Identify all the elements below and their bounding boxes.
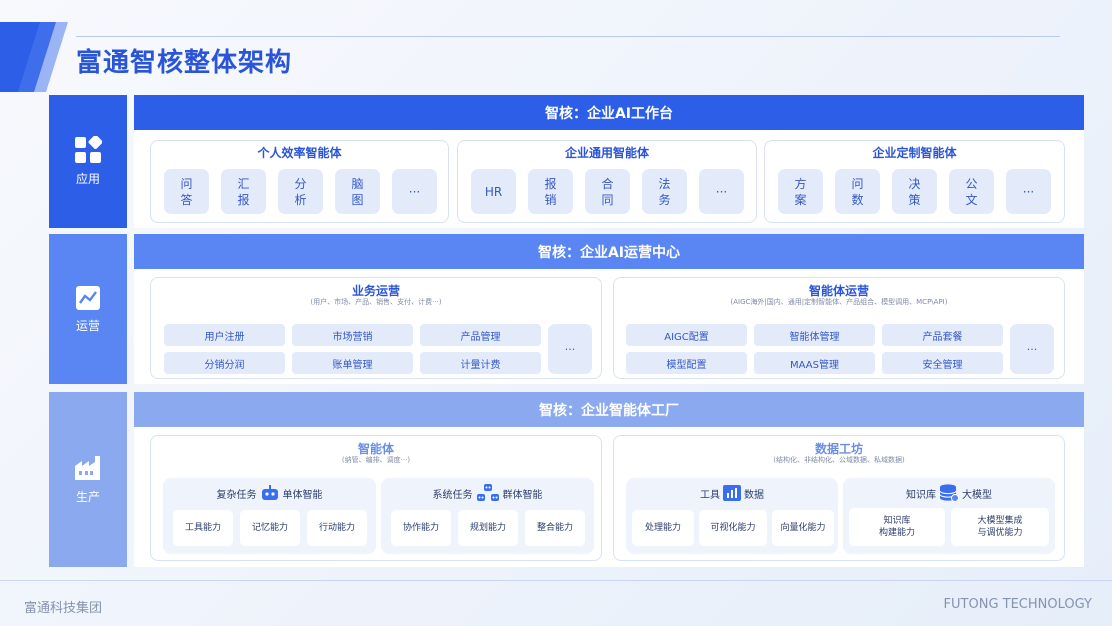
capability-tile[interactable]: 行动能力 — [307, 510, 367, 546]
app-tile[interactable]: HR — [471, 169, 516, 214]
ops-item[interactable]: 分销分润 — [164, 352, 285, 374]
side-app: 应用 — [49, 95, 127, 228]
bar-chart-icon — [723, 485, 741, 501]
app-group-custom: 企业定制智能体 方 案 问 数 决 策 公 文 ··· — [764, 140, 1065, 223]
prod-group-agent: 智能体 (纳管、编排、调度···) 复杂任务 单体智能 工具能力 记忆能力 行动… — [150, 435, 602, 561]
robot-icon — [261, 485, 278, 500]
capability-tile[interactable]: 协作能力 — [391, 510, 451, 546]
app-tile[interactable]: 分 析 — [278, 169, 323, 214]
more-tile[interactable]: ··· — [699, 169, 744, 214]
capability-tile[interactable]: 记忆能力 — [240, 510, 300, 546]
robot-group-icon — [476, 484, 499, 501]
corner-decoration — [0, 22, 68, 92]
side-ops: 运营 — [49, 234, 127, 384]
app-group-general: 企业通用智能体 HR 报 销 合 同 法 务 ··· — [457, 140, 757, 223]
sub-right-label: 单体智能 — [282, 489, 323, 501]
app-tile[interactable]: 方 案 — [778, 169, 823, 214]
footer-divider — [0, 580, 1112, 581]
sub-left-label: 工具 — [700, 489, 720, 501]
ops-item[interactable]: 计量计费 — [420, 352, 541, 374]
group-title: 企业通用智能体 — [564, 146, 649, 160]
ops-item[interactable]: 市场营销 — [292, 324, 413, 346]
ops-item[interactable]: 账单管理 — [292, 352, 413, 374]
sub-right-label: 大模型 — [962, 489, 992, 501]
app-tile[interactable]: 问 答 — [164, 169, 209, 214]
side-prod: 生产 — [49, 392, 127, 567]
more-tile[interactable]: ··· — [392, 169, 437, 214]
group-title: 个人效率智能体 — [257, 146, 342, 160]
group-subtitle: (纳管、编排、调度···) — [341, 456, 411, 464]
app-tile[interactable]: 法 务 — [642, 169, 687, 214]
capability-tile[interactable]: 大模型集成 与调优能力 — [951, 508, 1049, 546]
ops-item[interactable]: 安全管理 — [882, 352, 1003, 374]
capability-tile[interactable]: 可视化能力 — [699, 510, 767, 546]
prod-group-data: 数据工坊 (结构化、非结构化、公域数据、私域数据) 工具 数据 处理能力 可视化… — [613, 435, 1065, 561]
capability-tile[interactable]: 向量化能力 — [772, 510, 834, 546]
database-icon — [939, 484, 959, 502]
sub-left-label: 复杂任务 — [216, 489, 257, 501]
group-subtitle: (用户、市场、产品、销售、支付、计费···) — [310, 298, 442, 306]
ops-group-business: 业务运营 (用户、市场、产品、销售、支付、计费···) 用户注册 市场营销 产品… — [150, 277, 602, 379]
ops-item[interactable]: 智能体管理 — [754, 324, 875, 346]
app-tile[interactable]: 公 文 — [949, 169, 994, 214]
agent-sub-single: 复杂任务 单体智能 工具能力 记忆能力 行动能力 — [163, 478, 376, 554]
side-label-ops: 运营 — [75, 318, 100, 333]
more-tile[interactable]: ··· — [1006, 169, 1051, 214]
trend-chart-icon — [76, 285, 100, 310]
group-subtitle: (AIGC海外|国内、通用|定制智能体、产品组合、模型调用、MCP\API) — [730, 298, 948, 306]
capability-tile[interactable]: 整合能力 — [525, 510, 585, 546]
group-title: 企业定制智能体 — [872, 146, 957, 160]
ops-item[interactable]: AIGC配置 — [626, 324, 747, 346]
ops-group-agent: 智能体运营 (AIGC海外|国内、通用|定制智能体、产品组合、模型调用、MCP\… — [613, 277, 1065, 379]
title-divider — [76, 36, 1060, 37]
data-sub-knowledge: 知识库 大模型 知识库 构建能力 大模型集成 与调优能力 — [843, 478, 1055, 554]
factory-icon — [75, 456, 100, 480]
grid-apps-icon — [75, 136, 102, 163]
prod-area: 智能体 (纳管、编排、调度···) 复杂任务 单体智能 工具能力 记忆能力 行动… — [134, 427, 1084, 567]
band-prod: 智核：企业智能体工厂 — [134, 392, 1084, 427]
more-tile[interactable]: ··· — [1010, 324, 1054, 374]
ops-item[interactable]: 模型配置 — [626, 352, 747, 374]
app-tile[interactable]: 决 策 — [892, 169, 937, 214]
app-area: 个人效率智能体 问 答 汇 报 分 析 脑 图 ··· 企业通用智能体 HR 报… — [134, 130, 1084, 228]
side-label-prod: 生产 — [75, 490, 100, 504]
ops-item[interactable]: 用户注册 — [164, 324, 285, 346]
capability-tile[interactable]: 工具能力 — [173, 510, 233, 546]
sub-left-label: 知识库 — [906, 489, 936, 501]
app-tile[interactable]: 汇 报 — [221, 169, 266, 214]
capability-tile[interactable]: 处理能力 — [632, 510, 694, 546]
footer-brand: FUTONG TECHNOLOGY — [943, 597, 1092, 612]
ops-item[interactable]: MAAS管理 — [754, 352, 875, 374]
band-ops: 智核：企业AI运营中心 — [134, 234, 1084, 269]
sub-left-label: 系统任务 — [432, 489, 473, 501]
ops-item[interactable]: 产品套餐 — [882, 324, 1003, 346]
app-tile[interactable]: 问 数 — [835, 169, 880, 214]
ops-area: 业务运营 (用户、市场、产品、销售、支付、计费···) 用户注册 市场营销 产品… — [134, 269, 1084, 384]
group-subtitle: (结构化、非结构化、公域数据、私域数据) — [773, 456, 905, 464]
app-group-personal: 个人效率智能体 问 答 汇 报 分 析 脑 图 ··· — [150, 140, 449, 223]
capability-tile[interactable]: 规划能力 — [458, 510, 518, 546]
app-tile[interactable]: 脑 图 — [335, 169, 380, 214]
page-title: 富通智核整体架构 — [76, 48, 293, 78]
data-sub-tools: 工具 数据 处理能力 可视化能力 向量化能力 — [626, 478, 838, 554]
band-app: 智核：企业AI工作台 — [134, 95, 1084, 130]
sub-right-label: 数据 — [744, 489, 764, 501]
more-tile[interactable]: ··· — [548, 324, 592, 374]
side-label-app: 应用 — [75, 172, 100, 186]
app-tile[interactable]: 报 销 — [528, 169, 573, 214]
app-tile[interactable]: 合 同 — [585, 169, 630, 214]
agent-sub-group: 系统任务 群体智能 协作能力 规划能力 整合能力 — [381, 478, 594, 554]
ops-item[interactable]: 产品管理 — [420, 324, 541, 346]
sub-right-label: 群体智能 — [502, 489, 543, 501]
footer-company: 富通科技集团 — [24, 601, 103, 616]
capability-tile[interactable]: 知识库 构建能力 — [849, 508, 945, 546]
